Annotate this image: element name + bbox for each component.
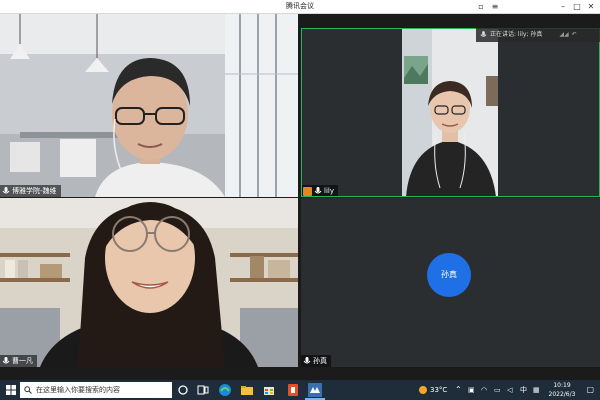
video-feed-2 xyxy=(402,28,498,197)
participant-name: 孙真 xyxy=(313,357,327,365)
windows-start-icon[interactable] xyxy=(3,382,19,398)
tencent-meeting-icon[interactable] xyxy=(308,383,322,397)
task-view-icon[interactable] xyxy=(196,383,210,397)
participant-name-tag: 博雅学院-魏维 xyxy=(0,185,61,197)
minimize-icon[interactable]: – xyxy=(556,0,570,14)
mic-icon xyxy=(303,356,311,363)
camera-badge-icon xyxy=(303,186,312,196)
show-hidden-icons-icon[interactable]: ⌃ xyxy=(455,380,462,400)
video-tile-2[interactable]: lily xyxy=(301,28,600,197)
participant-name: 曹一凡 xyxy=(12,357,33,365)
video-feed-3 xyxy=(0,198,298,367)
weather-temp[interactable]: 33°C xyxy=(430,380,447,400)
close-icon[interactable]: ✕ xyxy=(584,0,598,14)
search-placeholder: 在这里输入你要搜索的内容 xyxy=(36,386,120,394)
participant-name: 博雅学院-魏维 xyxy=(12,187,57,195)
participant-name-tag: 曹一凡 xyxy=(0,355,37,367)
mic-icon xyxy=(2,356,10,363)
video-feed-1 xyxy=(0,14,298,197)
mic-icon xyxy=(2,186,10,193)
participant-name: lily xyxy=(324,187,334,195)
notification-icon[interactable]: ▢ xyxy=(586,380,594,400)
maximize-icon[interactable]: □ xyxy=(570,0,584,14)
weather-icon[interactable] xyxy=(419,380,427,400)
collapse-icon[interactable]: ↶ xyxy=(572,28,577,42)
file-explorer-icon[interactable] xyxy=(240,383,254,397)
wifi-icon[interactable]: ◠ xyxy=(481,380,487,400)
network-icon[interactable]: ▣ xyxy=(468,380,475,400)
pin-icon[interactable]: ▫ xyxy=(474,0,488,14)
battery-icon[interactable]: ▭ xyxy=(494,380,501,400)
volume-icon[interactable]: ◁ xyxy=(507,380,512,400)
participant-name-tag: lily xyxy=(301,185,338,197)
speaking-text: 正在讲话: lily; 孙真 xyxy=(490,31,543,38)
participant-avatar: 孙真 xyxy=(427,253,471,297)
store-icon[interactable] xyxy=(262,383,276,397)
mic-icon xyxy=(314,186,322,193)
menu-icon[interactable]: ≡ xyxy=(488,0,502,14)
signal-icon: ◢◢ xyxy=(559,31,569,38)
mic-icon xyxy=(480,31,487,37)
taskbar-search-input[interactable]: 在这里输入你要搜索的内容 xyxy=(20,382,172,398)
window-title: 腾讯会议 xyxy=(286,2,314,10)
participant-name-tag: 孙真 xyxy=(301,355,331,367)
speaking-indicator: 正在讲话: lily; 孙真 ◢◢ ↶ xyxy=(476,28,600,42)
search-icon xyxy=(24,386,32,394)
input-method-icon[interactable]: 中 xyxy=(520,380,527,400)
edge-browser-icon[interactable] xyxy=(218,383,232,397)
windows-taskbar: 在这里输入你要搜索的内容 33°C ⌃ ▣ ◠ ▭ ◁ 中 ▦ 10:19 20… xyxy=(0,380,600,400)
clock-time: 10:19 xyxy=(553,382,571,389)
clock-date: 2022/6/3 xyxy=(548,391,576,398)
title-bar: 腾讯会议 ▫ ≡ – □ ✕ xyxy=(0,0,600,14)
grid-icon[interactable]: ▦ xyxy=(533,380,540,400)
cortana-icon[interactable] xyxy=(176,383,190,397)
video-tile-3[interactable]: 曹一凡 xyxy=(0,198,298,367)
office-icon[interactable] xyxy=(286,383,300,397)
clock[interactable]: 10:19 2022/6/3 xyxy=(546,381,578,399)
video-tile-1[interactable]: 博雅学院-魏维 xyxy=(0,14,298,197)
